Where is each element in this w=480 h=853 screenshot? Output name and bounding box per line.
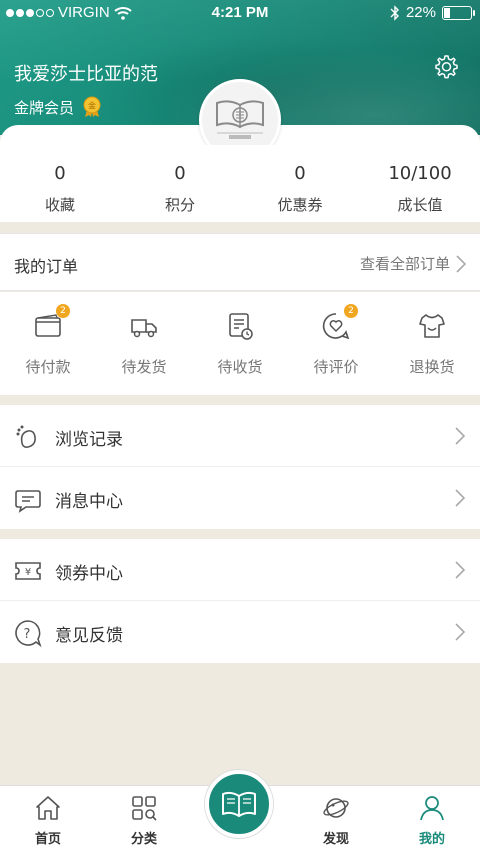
bluetooth-icon bbox=[390, 4, 399, 21]
my-orders-row[interactable]: 我的订单 查看全部订单 bbox=[0, 233, 480, 291]
tab-discover[interactable]: 发现 bbox=[288, 786, 384, 853]
feedback-icon: ? bbox=[15, 620, 42, 647]
menu-list-2: ¥ 领券中心 ? 意见反馈 bbox=[0, 539, 480, 663]
order-status-label: 退换货 bbox=[409, 358, 455, 376]
tab-category[interactable]: 分类 bbox=[96, 786, 192, 853]
book-logo-icon bbox=[216, 100, 264, 139]
stat-points[interactable]: 0 积分 bbox=[120, 145, 240, 222]
menu-item-label: 消息中心 bbox=[55, 492, 123, 512]
badge-count: 2 bbox=[344, 304, 358, 318]
stat-label: 积分 bbox=[164, 196, 195, 214]
stat-favorites[interactable]: 0 收藏 bbox=[0, 145, 120, 222]
coupon-icon: ¥ bbox=[15, 562, 41, 580]
view-all-orders-link[interactable]: 查看全部订单 bbox=[360, 253, 466, 274]
reading-center-button[interactable] bbox=[205, 770, 273, 838]
tab-label: 我的 bbox=[418, 832, 445, 847]
badge-count: 2 bbox=[56, 304, 70, 318]
order-pending-shipment[interactable]: 待发货 bbox=[96, 292, 192, 395]
username[interactable]: 我爱莎士比亚的范 bbox=[14, 60, 158, 86]
category-icon bbox=[132, 796, 157, 821]
stat-value: 0 bbox=[294, 163, 306, 184]
truck-icon bbox=[131, 319, 157, 338]
menu-list-1: 浏览记录 消息中心 bbox=[0, 405, 480, 529]
chevron-right-icon bbox=[456, 254, 466, 273]
menu-item-label: 浏览记录 bbox=[55, 430, 123, 450]
planet-icon bbox=[323, 798, 349, 818]
open-book-icon bbox=[222, 791, 256, 817]
stat-value: 0 bbox=[174, 163, 186, 184]
stat-label: 优惠券 bbox=[277, 196, 323, 214]
svg-text:¥: ¥ bbox=[25, 567, 31, 578]
chevron-right-icon bbox=[455, 427, 466, 445]
svg-text:?: ? bbox=[24, 627, 31, 642]
chevron-right-icon bbox=[455, 489, 466, 507]
order-pending-receipt[interactable]: 待收货 bbox=[192, 292, 288, 395]
shirt-return-icon bbox=[419, 314, 445, 338]
feedback-item[interactable]: ? 意见反馈 bbox=[0, 601, 480, 663]
menu-item-label: 意见反馈 bbox=[55, 626, 123, 646]
menu-item-label: 领券中心 bbox=[55, 564, 123, 584]
battery-percent: 22% bbox=[405, 4, 436, 21]
svg-text:金: 金 bbox=[88, 101, 96, 111]
message-icon bbox=[15, 490, 41, 513]
stat-coupons[interactable]: 0 优惠券 bbox=[240, 145, 360, 222]
view-all-orders-label: 查看全部订单 bbox=[359, 255, 450, 273]
battery-icon bbox=[442, 5, 475, 20]
chevron-right-icon bbox=[455, 561, 466, 579]
my-orders-title: 我的订单 bbox=[14, 257, 79, 276]
tab-label: 首页 bbox=[34, 832, 61, 847]
stat-value: 10/100 bbox=[388, 163, 452, 184]
gold-medal-icon: 金 bbox=[83, 96, 101, 117]
message-center-item[interactable]: 消息中心 bbox=[0, 467, 480, 529]
tab-home[interactable]: 首页 bbox=[0, 786, 96, 853]
user-icon bbox=[420, 796, 444, 821]
tab-label: 发现 bbox=[322, 832, 349, 847]
status-bar: VIRGIN 4:21 PM 22% bbox=[0, 0, 480, 28]
order-returns[interactable]: 退换货 bbox=[384, 292, 480, 395]
stat-growth[interactable]: 10/100 成长值 bbox=[360, 145, 480, 222]
order-status-row: 2 待付款 待发货 待收货 2 待评价 退换货 bbox=[0, 292, 480, 395]
footprint-icon bbox=[16, 425, 36, 448]
receipt-icon bbox=[229, 313, 253, 340]
tab-label: 分类 bbox=[130, 832, 157, 847]
member-level-label: 金牌会员 bbox=[14, 98, 75, 117]
stat-label: 成长值 bbox=[397, 196, 443, 214]
chevron-right-icon bbox=[455, 623, 466, 641]
order-pending-review[interactable]: 2 待评价 bbox=[288, 292, 384, 395]
home-icon bbox=[36, 796, 60, 820]
order-status-label: 待发货 bbox=[121, 358, 167, 376]
order-pending-payment[interactable]: 2 待付款 bbox=[0, 292, 96, 395]
coupon-center-item[interactable]: ¥ 领券中心 bbox=[0, 539, 480, 601]
stat-label: 收藏 bbox=[44, 196, 75, 214]
stats-bar: 0 收藏 0 积分 0 优惠券 10/100 成长值 bbox=[0, 145, 480, 222]
order-status-label: 待评价 bbox=[313, 358, 359, 376]
browse-history-item[interactable]: 浏览记录 bbox=[0, 405, 480, 467]
tab-mine[interactable]: 我的 bbox=[384, 786, 480, 853]
stat-value: 0 bbox=[54, 163, 66, 184]
order-status-label: 待收货 bbox=[217, 358, 263, 376]
member-level: 金牌会员 金 bbox=[14, 96, 102, 118]
order-status-label: 待付款 bbox=[25, 358, 71, 376]
settings-gear-icon[interactable] bbox=[432, 53, 460, 81]
